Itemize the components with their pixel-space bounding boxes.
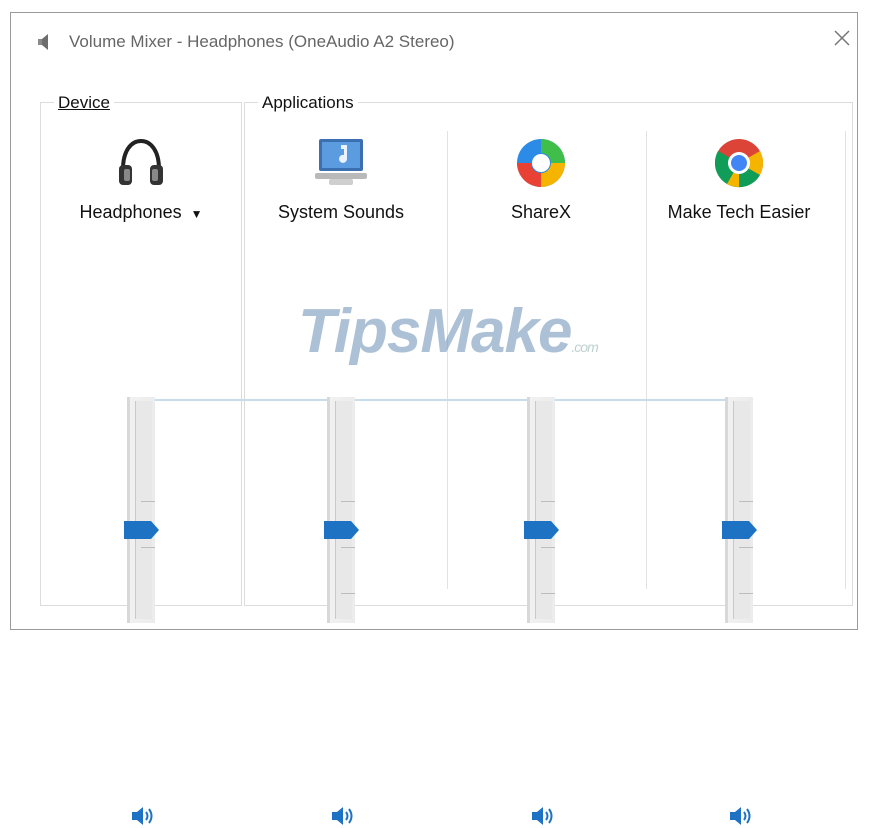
slider-tick [541,501,555,502]
watermark: TipsMake.com [298,296,599,367]
applications-group-label: Applications [258,93,358,113]
volume-mixer-window: Volume Mixer - Headphones (OneAudio A2 S… [10,12,858,825]
speaker-mute-icon[interactable] [728,804,752,828]
device-column: Headphones ▼ [46,133,236,825]
slider-tick [739,547,753,548]
slider-tick [141,547,155,548]
slider-thumb[interactable] [323,519,361,541]
device-dropdown[interactable]: Headphones ▼ [46,202,236,223]
slider-tick [739,501,753,502]
slider-thumb[interactable] [123,519,161,541]
chevron-down-icon: ▼ [190,207,203,221]
device-group-label: Device [54,93,114,113]
system-sounds-icon [315,139,367,185]
slider-tick [341,593,355,594]
slider-tick [341,501,355,502]
slider-thumb[interactable] [721,519,759,541]
slider-tick [739,593,753,594]
slider-track [327,397,355,623]
speaker-mute-icon[interactable] [130,804,154,828]
speaker-icon [38,34,48,50]
column-divider [845,131,846,589]
device-name: Headphones [79,202,182,222]
speaker-mute-icon[interactable] [530,804,554,828]
close-icon[interactable] [831,27,853,49]
system-sounds-volume-slider[interactable] [246,397,436,825]
headphones-icon [119,138,163,185]
title-bar[interactable]: Volume Mixer - Headphones (OneAudio A2 S… [11,13,857,67]
app-name: System Sounds [277,202,405,222]
device-volume-slider[interactable] [46,397,236,825]
app-name: Make Tech Easier [667,202,811,222]
watermark-suffix: .com [571,339,598,355]
app-column-make-tech-easier: Make Tech Easier [644,133,834,825]
slider-track [725,397,753,623]
slider-track [127,397,155,623]
speaker-mute-icon[interactable] [330,804,354,828]
slider-track [527,397,555,623]
chrome-icon [714,139,764,188]
watermark-text: TipsMake [298,297,572,366]
sharex-icon [517,139,565,187]
slider-thumb[interactable] [523,519,561,541]
window-title: Volume Mixer - Headphones (OneAudio A2 S… [69,32,455,51]
sharex-volume-slider[interactable] [446,397,636,825]
slider-tick [541,593,555,594]
device-group-label-text: Device [58,93,110,112]
slider-tick [541,547,555,548]
make-tech-easier-volume-slider[interactable] [644,397,834,825]
slider-tick [341,547,355,548]
app-name: ShareX [510,202,572,222]
slider-tick [141,501,155,502]
